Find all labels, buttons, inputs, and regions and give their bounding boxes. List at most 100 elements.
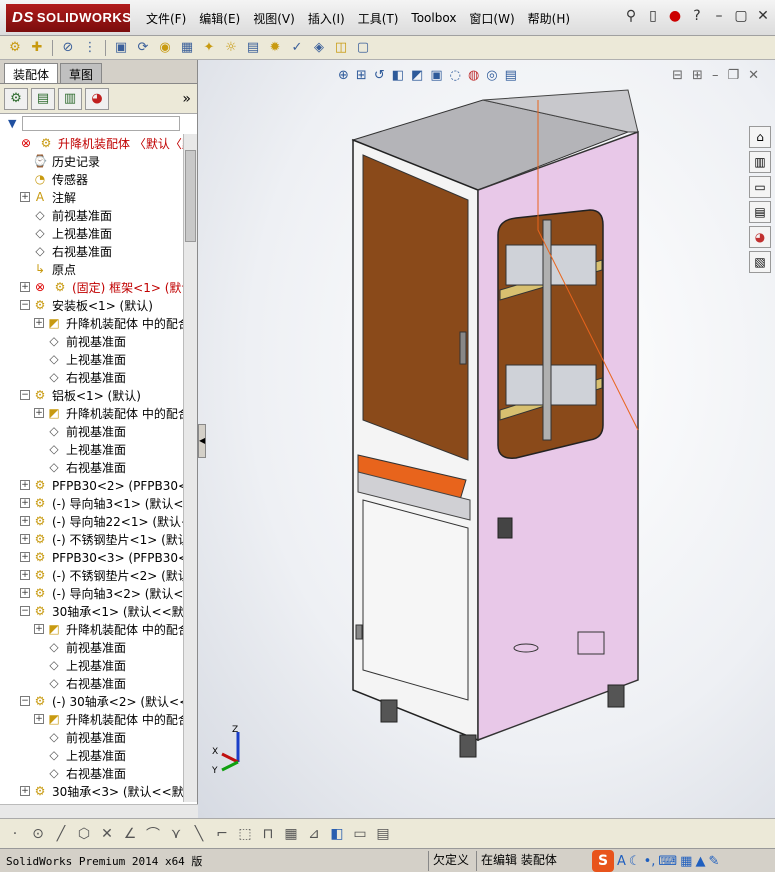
dimension-icon[interactable]: ⊓ [259, 826, 277, 842]
appearances-icon[interactable]: ◕ [749, 226, 771, 248]
mate-icon[interactable]: ⊘ [59, 39, 77, 57]
tree-item[interactable]: + A 注解 [0, 188, 183, 206]
tree-item[interactable]: ◇ 上视基准面 [0, 746, 183, 764]
fillet-icon[interactable]: ⌒ [144, 824, 162, 844]
restore-icon[interactable]: ▢ [733, 8, 749, 24]
offset-icon[interactable]: ╲ [190, 826, 208, 842]
tree-item[interactable]: ↳ 原点 [0, 260, 183, 278]
configuration-manager-icon[interactable]: ▥ [58, 87, 82, 110]
tree-item[interactable]: ◔ 传感器 [0, 170, 183, 188]
tree-item[interactable]: ◇ 上视基准面 [0, 656, 183, 674]
tree-item[interactable]: + ◩ 升降机装配体 中的配合 [0, 404, 183, 422]
menu-item-0[interactable]: 文件(F) [146, 10, 186, 27]
angle-dim-icon[interactable]: ⊿ [305, 826, 323, 842]
menu-item-6[interactable]: 窗口(W) [469, 10, 514, 27]
tree-item[interactable]: ⊗ ⚙ 升降机装配体 〈默认〈默认〉 [0, 134, 183, 152]
expand-toggle[interactable]: + [20, 534, 30, 544]
expand-toggle[interactable]: − [20, 606, 30, 616]
view-palette-icon[interactable]: ▤ [749, 201, 771, 223]
tree-item[interactable]: −⚙ (-) 30轴承<2> (默认<<默 [0, 692, 183, 710]
grid-icon[interactable]: ▦ [282, 826, 300, 842]
file-explorer-icon[interactable]: ▭ [749, 176, 771, 198]
expand-toggle[interactable]: + [20, 552, 30, 562]
tree-item[interactable]: − ⚙ 铝板<1> (默认) [0, 386, 183, 404]
expand-toggle[interactable]: − [20, 390, 30, 400]
tree-item[interactable]: ◇ 右视基准面 [0, 368, 183, 386]
bill-of-materials-icon[interactable]: ▤ [244, 39, 262, 57]
new-motion-study-icon[interactable]: ☼ [222, 39, 240, 57]
expand-toggle[interactable]: + [20, 570, 30, 580]
menu-item-5[interactable]: Toolbox [411, 11, 456, 25]
solidworks-logo[interactable]: DS SOLIDWORKS [6, 4, 131, 32]
tree-item[interactable]: ◇ 前视基准面 [0, 206, 183, 224]
tree-item[interactable]: ◇ 前视基准面 [0, 332, 183, 350]
assembly-features-icon[interactable]: ▦ [178, 39, 196, 57]
expand-toggle[interactable]: + [34, 714, 44, 724]
tools-icon[interactable]: ▦ [680, 854, 692, 869]
point-icon[interactable]: · [6, 826, 24, 842]
rectangle-icon[interactable]: ⬚ [236, 826, 254, 842]
expand-toggle[interactable]: + [34, 624, 44, 634]
linear-pattern-icon[interactable]: ⋮ [81, 39, 99, 57]
speedpak-icon[interactable]: ◫ [332, 39, 350, 57]
insert-component-icon[interactable]: ⚙ [6, 39, 24, 57]
scrollbar-thumb[interactable] [185, 150, 196, 242]
tree-item[interactable]: + ◩ 升降机装配体 中的配合 [0, 314, 183, 332]
expand-toggle[interactable]: + [20, 192, 30, 202]
smart-fasteners-icon[interactable]: ▣ [112, 39, 130, 57]
snapshot-icon[interactable]: ▢ [354, 39, 372, 57]
tree-item[interactable]: + ⚙ 30轴承<3> (默认<<默认>_ [0, 782, 183, 800]
tree-item[interactable]: + ⚙ (-) 导向轴3<1> (默认<<默 [0, 494, 183, 512]
tree-item[interactable]: + ⚙ PFPB30<3> (PFPB30<<默认 [0, 548, 183, 566]
polygon-icon[interactable]: ⬡ [75, 826, 93, 842]
display-manager-icon[interactable]: ◕ [85, 87, 109, 110]
angle-icon[interactable]: ∠ [121, 826, 139, 842]
tree-item[interactable]: + ⚙ (-) 不锈钢垫片<2> (默认 [0, 566, 183, 584]
graphics-viewport[interactable]: ◀ ⊕ ⊞ ↺ ◧ ◩ ▣ ◌ ◍ ◎ ▤ ⊟ ⊞ – ❐ ✕ Z X Y ⌂ … [198, 60, 775, 818]
shaded-view-icon[interactable]: ◧ [328, 826, 346, 842]
property-manager-icon[interactable]: ▤ [31, 87, 55, 110]
tree-item[interactable]: − ⚙ 安装板<1> (默认) [0, 296, 183, 314]
tree-item[interactable]: ◇ 前视基准面 [0, 638, 183, 656]
ime-mode[interactable]: A [617, 854, 626, 869]
tree-item[interactable]: ◇ 右视基准面 [0, 242, 183, 260]
expand-toggle[interactable]: − [20, 696, 30, 706]
minimize-icon[interactable]: – [711, 8, 727, 24]
menu-item-4[interactable]: 工具(T) [358, 10, 399, 27]
chamfer-icon[interactable]: ⋎ [167, 826, 185, 842]
move-component-icon[interactable]: ⟳ [134, 39, 152, 57]
tree-horizontal-scrollbar[interactable] [0, 804, 198, 818]
tree-item[interactable]: ⌚ 历史记录 [0, 152, 183, 170]
line-icon[interactable]: ╱ [52, 826, 70, 842]
table-icon[interactable]: ▤ [374, 826, 392, 842]
expand-toggle[interactable]: + [20, 282, 30, 292]
model-view[interactable] [198, 60, 775, 818]
instant3d-icon[interactable]: ◈ [310, 39, 328, 57]
feature-manager-icon[interactable]: ⚙ [4, 87, 28, 110]
expand-toggle[interactable]: + [20, 498, 30, 508]
tab-sketch[interactable]: 草图 [60, 63, 103, 83]
skin-icon[interactable]: ▲ [695, 854, 705, 869]
tree-vertical-scrollbar[interactable] [183, 134, 197, 802]
tree-item[interactable]: ◇ 右视基准面 [0, 458, 183, 476]
menu-item-3[interactable]: 插入(I) [308, 10, 345, 27]
tree-item[interactable]: + ⚙ (-) 导向轴3<2> (默认<<默 [0, 584, 183, 602]
tree-item[interactable]: + ⚙ (-) 不锈钢垫片<1> (默认 [0, 530, 183, 548]
tree-item[interactable]: + ⚙ (-) 导向轴22<1> (默认<< [0, 512, 183, 530]
expand-toggle[interactable]: + [20, 480, 30, 490]
menu-item-7[interactable]: 帮助(H) [528, 10, 570, 27]
tree-item[interactable]: + ◩ 升降机装配体 中的配合 [0, 620, 183, 638]
design-library-icon[interactable]: ▥ [749, 151, 771, 173]
expand-toggle[interactable]: + [34, 318, 44, 328]
tree-item[interactable]: ◇ 右视基准面 [0, 674, 183, 692]
expand-toggle[interactable]: + [20, 786, 30, 796]
expand-toggle[interactable]: − [20, 300, 30, 310]
tree-item[interactable]: + ◩ 升降机装配体 中的配合 [0, 710, 183, 728]
filter-icon[interactable]: ▼ [8, 117, 16, 130]
punctuation-icon[interactable]: •, [644, 854, 656, 869]
settings-icon[interactable]: ✎ [708, 854, 719, 869]
new-part-icon[interactable]: ✚ [28, 39, 46, 57]
close-icon[interactable]: ✕ [755, 8, 771, 24]
tree-item[interactable]: −⚙ 30轴承<1> (默认<<默认>_ [0, 602, 183, 620]
keyboard-icon[interactable]: ⌨ [658, 854, 677, 869]
